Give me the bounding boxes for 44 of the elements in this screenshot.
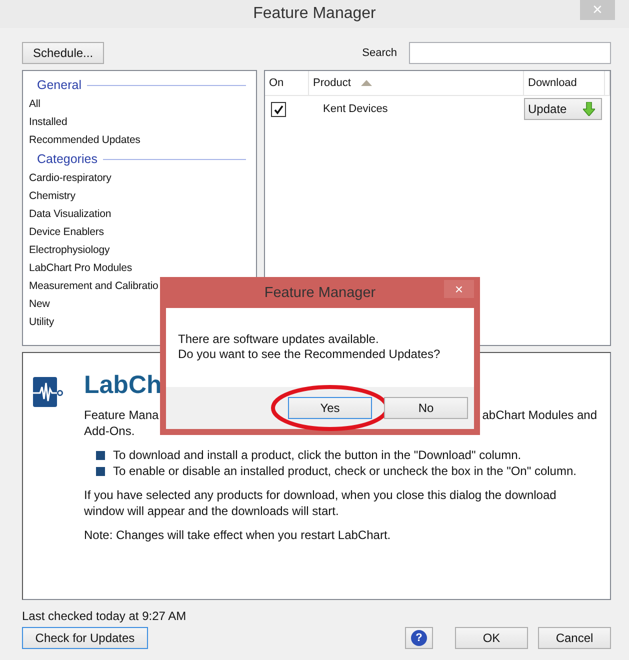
waveform-logo-icon [33, 377, 63, 407]
sidebar-item[interactable]: Data Visualization [29, 205, 246, 223]
column-header[interactable]: On [265, 71, 309, 95]
bullet-icon [96, 466, 105, 476]
yes-button[interactable]: Yes [288, 397, 372, 419]
checkbox[interactable] [271, 102, 286, 116]
sidebar-item[interactable]: All [29, 95, 246, 113]
search-field[interactable] [409, 42, 611, 64]
ok-button[interactable]: OK [455, 627, 528, 649]
schedule-button[interactable]: Schedule... [22, 42, 104, 64]
intro-text: Feature Mana [84, 407, 159, 423]
info-paragraph: If you have selected any products for download, when you close this dialog the download window will appear and the downloads will start. [84, 487, 558, 519]
sidebar-item[interactable]: Installed [29, 113, 246, 131]
group-heading: Categories [37, 152, 98, 166]
column-header[interactable]: Download [524, 71, 605, 95]
last-checked-status: Last checked today at 9:27 AM [22, 609, 188, 623]
update-button[interactable]: Update [524, 98, 602, 120]
sort-arrow-icon [360, 80, 372, 86]
bullet-text: To download and install a product, click the button in the "Download" column. [113, 447, 522, 463]
no-button[interactable]: No [384, 397, 468, 419]
group-heading: General [37, 78, 82, 92]
bullet-icon [96, 450, 105, 460]
check-updates-button[interactable]: Check for Updates [22, 627, 148, 649]
window-title: Feature Manager [253, 4, 376, 23]
search-label: Search [362, 47, 397, 59]
sidebar-item[interactable]: Electrophysiology [29, 241, 246, 259]
intro-text: Add-Ons. [84, 423, 136, 439]
help-button[interactable]: ? [405, 627, 433, 649]
down-arrow-icon [583, 102, 595, 116]
sidebar-item[interactable]: Chemistry [29, 187, 246, 205]
dialog-message: Do you want to see the Recommended Updates? [178, 347, 442, 362]
cancel-button[interactable]: Cancel [538, 627, 611, 649]
intro-text: abChart Modules and [482, 407, 597, 423]
sidebar-item[interactable]: Recommended Updates [29, 131, 246, 149]
bullet-text: To enable or disable an installed product, check or uncheck the box in the "On" column. [113, 463, 576, 479]
info-paragraph: Note: Changes will take effect when you restart LabChart. [84, 527, 392, 543]
dialog-message: There are software updates available. [178, 332, 380, 347]
table-cell-text: Kent Devices [322, 103, 389, 115]
dialog-title: Feature Manager [264, 284, 376, 300]
sidebar-item[interactable]: Device Enablers [29, 223, 246, 241]
product-heading: LabCh [84, 371, 163, 401]
column-header[interactable]: Product [309, 71, 524, 95]
sidebar-item[interactable]: LabChart Pro Modules [29, 259, 246, 277]
sidebar-item[interactable]: Cardio-respiratory [29, 169, 246, 187]
